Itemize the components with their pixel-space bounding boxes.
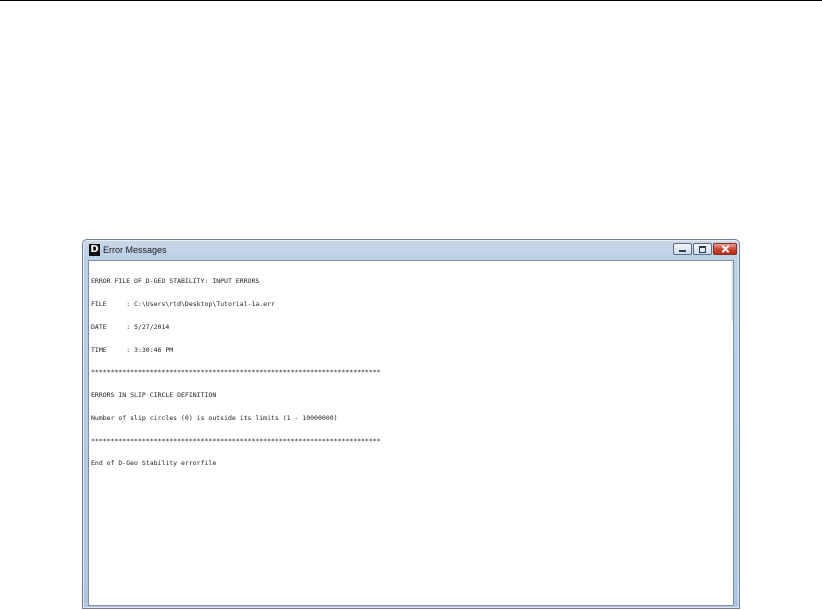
minimize-button[interactable] — [673, 243, 692, 255]
error-line-message: Number of slip circles (0) is outside it… — [91, 413, 338, 422]
app-d-icon[interactable]: D — [89, 244, 100, 256]
error-line-time: TIME : 3:30:46 PM — [91, 345, 174, 354]
error-line-end: End of D-Geo Stability errorfile — [91, 459, 217, 468]
close-button[interactable] — [713, 243, 737, 255]
maximize-button[interactable] — [693, 243, 712, 255]
title-bar[interactable]: D Error Messages — [83, 240, 739, 260]
error-text-panel[interactable]: ERROR FILE OF D-GEO STABILITY: INPUT ERR… — [88, 260, 734, 606]
page-top-rule — [0, 0, 822, 1]
error-line-header: ERROR FILE OF D-GEO STABILITY: INPUT ERR… — [91, 277, 260, 286]
error-line-section: ERRORS IN SLIP CIRCLE DEFINITION — [91, 391, 217, 400]
window-title: Error Messages — [103, 245, 167, 255]
error-text-area[interactable]: ERROR FILE OF D-GEO STABILITY: INPUT ERR… — [89, 261, 733, 605]
scrollbar[interactable] — [731, 261, 733, 321]
error-line-file: FILE : C:\Users\rtd\Desktop\Tutorial-1a.… — [91, 299, 275, 308]
error-messages-window: D Error Messages ERROR FILE OF D-GEO STA… — [82, 239, 740, 609]
error-line-separator: ****************************************… — [91, 436, 381, 445]
error-line-date: DATE : 5/27/2014 — [91, 322, 170, 331]
error-line-separator: ****************************************… — [91, 368, 381, 377]
